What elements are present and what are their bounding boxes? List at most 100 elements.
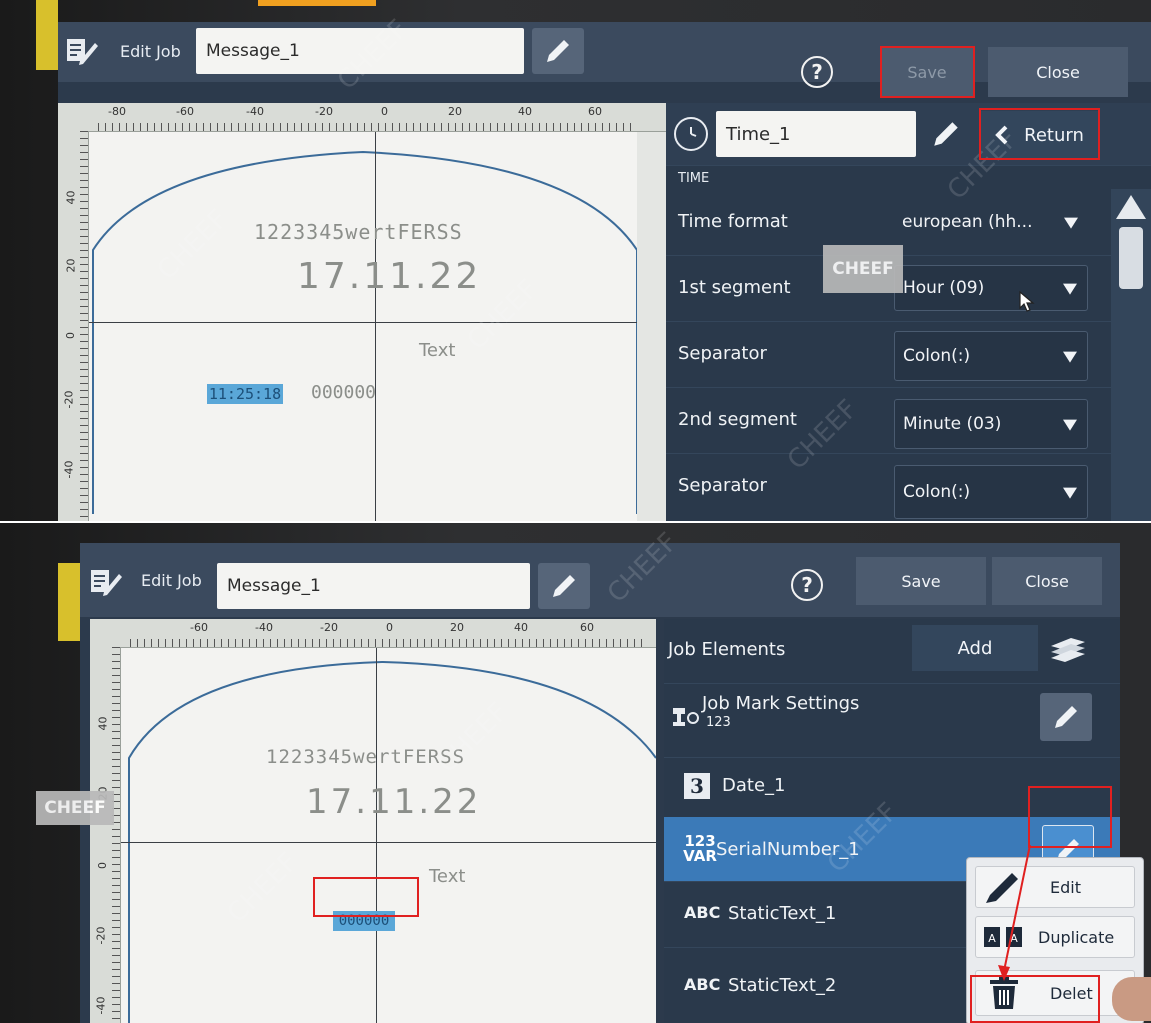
ruler-tick-label: 0 <box>96 862 109 869</box>
date-label: Date_1 <box>722 775 786 796</box>
help-icon: ? <box>801 573 813 597</box>
job-mark-settings-sub: 123 <box>706 715 731 730</box>
help-button[interactable]: ? <box>801 56 833 88</box>
layout-canvas[interactable]: -80 -60 -40 -20 0 20 40 60 40 20 0 -20 -… <box>58 103 666 521</box>
text-element[interactable]: 1223345wertFERSS <box>254 220 463 244</box>
edit-button-highlight <box>1028 786 1112 848</box>
serial-icon-bottom: VAR <box>683 847 717 865</box>
layers-icon[interactable] <box>1042 631 1092 671</box>
ruler-tick-label: 20 <box>64 258 78 273</box>
section-title: TIME <box>678 171 710 186</box>
yellow-tab <box>58 563 82 641</box>
job-mark-settings-label: Job Mark Settings <box>702 693 860 714</box>
time-format-value: european (hh... <box>902 212 1033 232</box>
save-button[interactable]: Save <box>856 557 986 605</box>
close-button[interactable]: Close <box>992 557 1102 605</box>
list-item-job-mark-settings[interactable]: Job Mark Settings 123 <box>664 683 1120 758</box>
scroll-up-icon[interactable] <box>1116 195 1146 219</box>
left-ruler: 40 20 0 -20 -40 <box>90 647 121 1023</box>
print-head-outline <box>128 660 656 1023</box>
mouse-cursor-icon <box>1019 290 1035 312</box>
separator-dropdown-2[interactable]: Colon(:) <box>894 465 1088 519</box>
job-name-value: Message_1 <box>206 41 300 61</box>
device-screen: Edit Job Message_1 ? Save Close -80 -60 … <box>58 22 1151 521</box>
screenshot-time-settings: Edit Job Message_1 ? Save Close -80 -60 … <box>0 0 1151 521</box>
ruler-tick-label: -40 <box>255 621 273 634</box>
date-element[interactable]: 17.11.22 <box>297 256 481 297</box>
static-text-2-label: StaticText_2 <box>728 975 837 996</box>
separator-label: Separator <box>678 343 767 364</box>
chevron-down-icon <box>1063 283 1077 295</box>
print-area: 1223345wertFERSS 17.11.22 Text 11:25:18 … <box>89 132 637 521</box>
pencil-icon <box>547 40 569 62</box>
chevron-down-icon <box>1063 419 1077 431</box>
time-element-selected[interactable]: 11:25:18 <box>207 384 283 404</box>
rename-element-button[interactable] <box>928 117 964 151</box>
edit-menu-label: Edit <box>1050 877 1081 897</box>
duplicate-menu-label: Duplicate <box>1038 927 1115 947</box>
scroll-thumb[interactable] <box>1119 227 1143 289</box>
scrollbar[interactable] <box>1111 189 1151 521</box>
layout-canvas[interactable]: -60 -40 -20 0 20 40 60 40 20 0 -20 -40 <box>90 619 656 1023</box>
print-area: 1223345wertFERSS 17.11.22 Text 000000 <box>121 648 656 1023</box>
chevron-down-icon <box>1063 487 1077 499</box>
job-name-field[interactable]: Message_1 <box>217 563 530 609</box>
rename-job-button[interactable] <box>538 563 590 609</box>
serial-element[interactable]: 000000 <box>311 382 376 403</box>
separator-row-2: Separator Colon(:) <box>666 453 1151 521</box>
vertical-axis <box>376 648 377 1023</box>
orange-tab <box>258 0 376 6</box>
element-name-field[interactable]: Time_1 <box>716 111 916 157</box>
second-segment-dropdown[interactable]: Minute (03) <box>894 399 1088 449</box>
time-properties-panel: Time_1 Return TIME Time format european … <box>666 103 1151 521</box>
rename-job-button[interactable] <box>532 28 584 74</box>
ruler-tick-label: 40 <box>64 190 78 205</box>
return-highlight <box>979 108 1100 160</box>
ruler-tick-label: -40 <box>62 460 76 479</box>
time-format-row: Time format european (hh... <box>666 189 1151 256</box>
time-format-dropdown[interactable]: european (hh... <box>894 199 1088 245</box>
watermark-badge: CHEEF <box>823 245 903 293</box>
ruler-tick-label: 0 <box>381 105 388 118</box>
edit-job-icon[interactable] <box>88 567 124 597</box>
ruler-tick-label: 40 <box>514 621 528 634</box>
separator-label: Separator <box>678 475 767 496</box>
device-screen: Edit Job Message_1 ? Save Close -60 -40 … <box>80 543 1120 1023</box>
chevron-down-icon <box>1064 217 1078 229</box>
first-segment-row: 1st segment Hour (09) <box>666 255 1151 322</box>
ruler-tick-label: -40 <box>94 996 108 1015</box>
ruler-tick-label: 60 <box>580 621 594 634</box>
date-icon: 3 <box>684 773 710 799</box>
title-bar: Edit Job Message_1 ? Save Close <box>80 543 1120 617</box>
time-format-label: Time format <box>678 211 788 232</box>
ruler-tick-label: 40 <box>518 105 532 118</box>
edit-job-label: Edit Job <box>141 571 202 590</box>
top-ruler: -80 -60 -40 -20 0 20 40 60 <box>58 103 666 132</box>
vertical-axis <box>375 132 376 521</box>
edit-job-icon[interactable] <box>64 36 100 66</box>
date-element[interactable]: 17.11.22 <box>306 782 481 822</box>
first-segment-dropdown[interactable]: Hour (09) <box>894 265 1088 311</box>
static-text-element[interactable]: Text <box>419 340 455 361</box>
separator-dropdown[interactable]: Colon(:) <box>894 331 1088 381</box>
help-button[interactable]: ? <box>791 569 823 601</box>
ruler-tick-label: -20 <box>94 926 108 945</box>
horizontal-axis <box>121 842 656 843</box>
static-text-element[interactable]: Text <box>429 866 465 887</box>
abc-icon: ABC <box>684 975 721 994</box>
left-ruler: 40 20 0 -20 -40 <box>58 131 89 521</box>
job-mark-settings-icon <box>670 705 702 729</box>
ruler-tick-label: -60 <box>176 105 194 118</box>
add-label: Add <box>957 637 993 659</box>
close-button[interactable]: Close <box>988 47 1128 97</box>
edit-job-mark-button[interactable] <box>1040 693 1092 741</box>
chevron-down-icon <box>1063 351 1077 363</box>
ruler-tick-label: -20 <box>62 390 76 409</box>
separator-value: Colon(:) <box>903 346 971 366</box>
pencil-icon <box>1055 706 1077 728</box>
watermark-badge: CHEEF <box>36 791 114 825</box>
add-button[interactable]: Add <box>912 625 1038 671</box>
job-elements-title: Job Elements <box>668 639 786 660</box>
second-segment-row: 2nd segment Minute (03) <box>666 387 1151 454</box>
ruler-tick-label: 0 <box>64 332 77 339</box>
